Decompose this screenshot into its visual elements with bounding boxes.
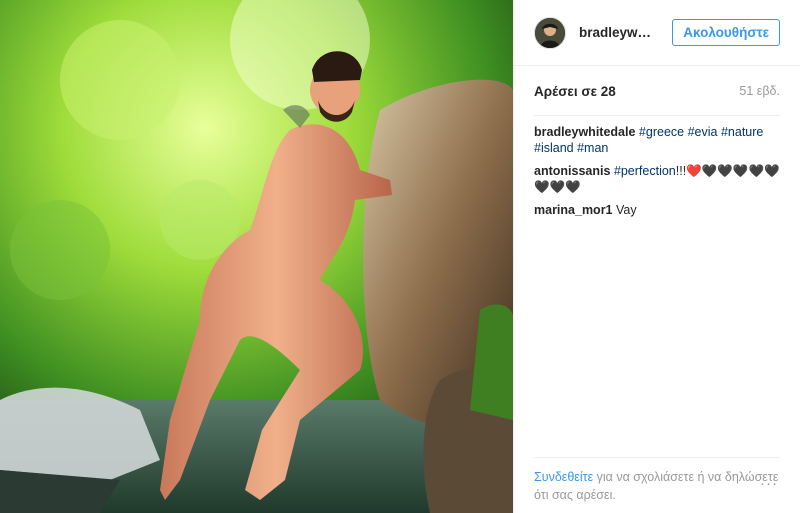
avatar-image [535,17,565,48]
divider [534,115,780,116]
comment-username[interactable]: marina_mor1 [534,203,613,217]
hashtag[interactable]: #perfection [614,164,676,178]
photo-image [0,0,513,513]
post-timestamp[interactable]: 51 εβδ. [739,84,780,98]
hashtag[interactable]: #greece [639,125,684,139]
comment-list: bradleywhitedale #greece #evia #nature #… [534,124,780,218]
avatar[interactable] [534,16,566,49]
hashtag[interactable]: #man [577,141,608,155]
comment-item: antonissanis #perfection!!!❤️🖤🖤🖤🖤🖤🖤🖤🖤 [534,163,780,195]
hashtag[interactable]: #nature [721,125,763,139]
post-sidebar: bradleywhit… Ακολουθήστε Αρέσει σε 28 51… [513,0,800,513]
likes-count[interactable]: Αρέσει σε 28 [534,84,616,99]
post-header: bradleywhit… Ακολουθήστε [514,0,800,66]
comment-item: marina_mor1 Vay [534,202,780,218]
login-link[interactable]: Συνδεθείτε [534,470,593,484]
hashtag[interactable]: #evia [688,125,718,139]
more-options-icon[interactable]: ··· [760,475,778,492]
caption: bradleywhitedale #greece #evia #nature #… [534,124,780,156]
login-prompt: Συνδεθείτε για να σχολιάσετε ή να δηλώσε… [534,457,780,504]
comment-text: Vay [616,203,637,217]
caption-username[interactable]: bradleywhitedale [534,125,635,139]
follow-button[interactable]: Ακολουθήστε [672,19,780,46]
likes-row: Αρέσει σε 28 51 εβδ. [534,80,780,102]
hashtag[interactable]: #island [534,141,574,155]
username-link[interactable]: bradleywhit… [579,25,659,40]
post-modal: bradleywhit… Ακολουθήστε Αρέσει σε 28 51… [0,0,800,513]
comment-username[interactable]: antonissanis [534,164,610,178]
post-photo[interactable] [0,0,513,513]
